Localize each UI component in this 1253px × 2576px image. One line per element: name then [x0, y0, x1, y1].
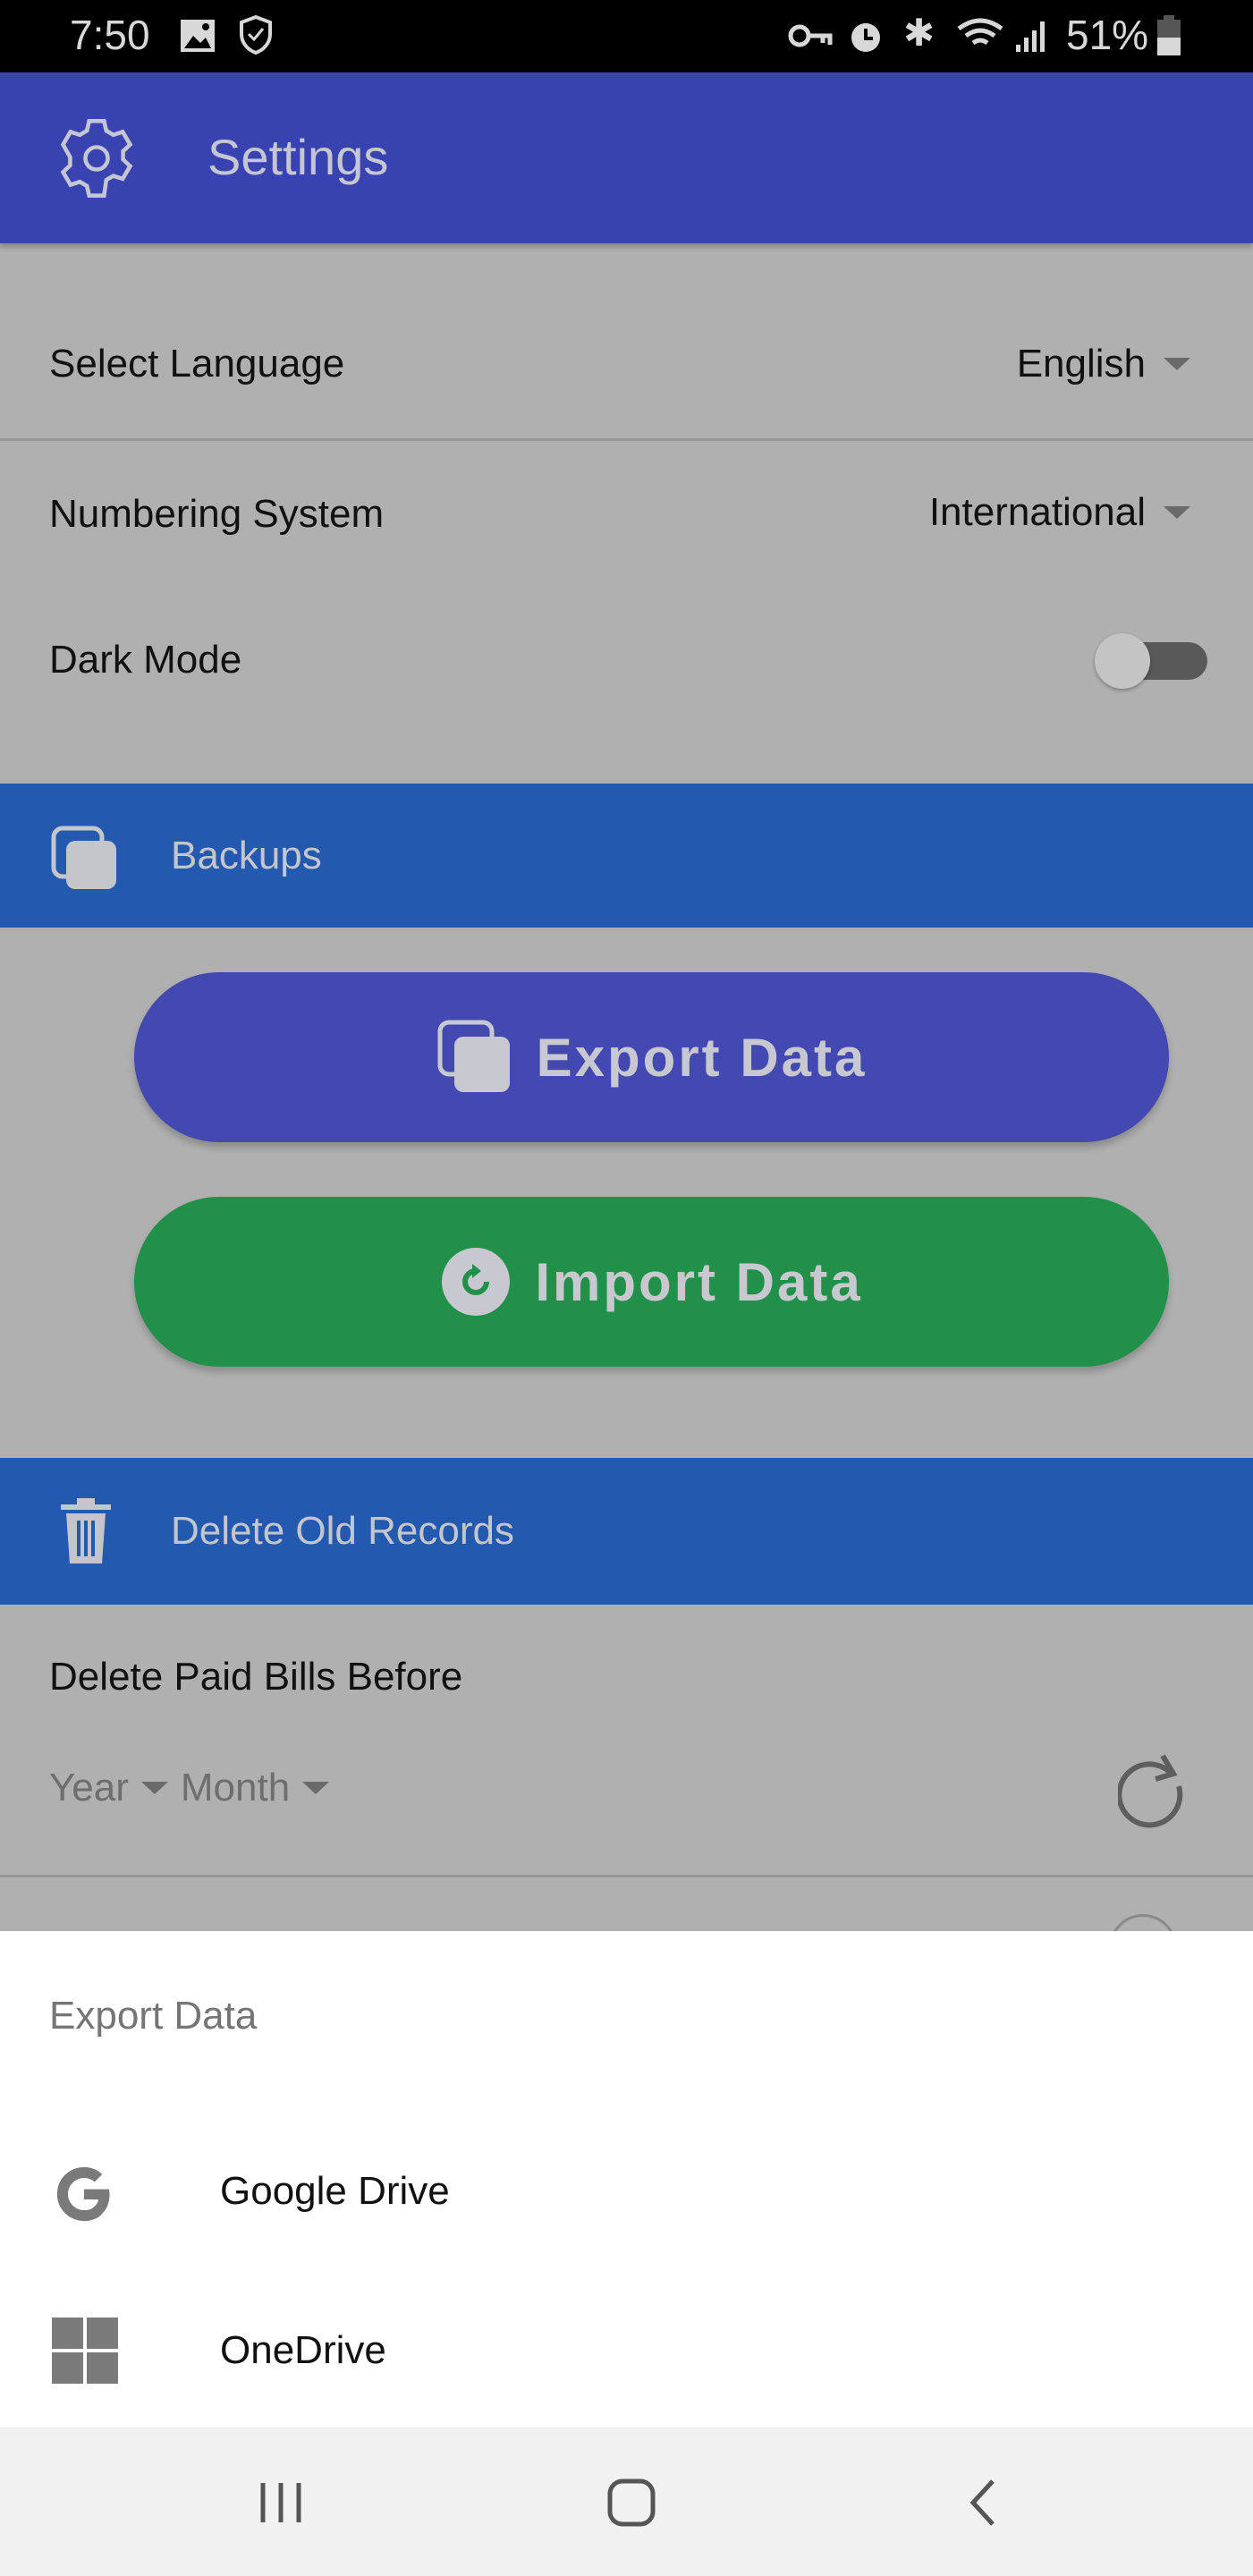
numbering-dropdown[interactable]: International [929, 490, 1190, 535]
google-drive-option[interactable]: Google Drive [0, 2128, 1253, 2253]
divider [0, 1875, 1253, 1877]
export-data-label: Export Data [536, 1027, 868, 1088]
delete-old-records-header: Delete Old Records [0, 1458, 1253, 1605]
delete-paid-bills-label: Delete Paid Bills Before [49, 1655, 463, 1699]
gear-icon [60, 119, 133, 198]
alarm-icon [851, 23, 880, 52]
status-time: 7:50 [70, 12, 150, 58]
copy-icon [51, 826, 116, 889]
google-drive-label: Google Drive [220, 2169, 450, 2213]
onedrive-option[interactable]: OneDrive [0, 2289, 1253, 2414]
refresh-icon[interactable] [1118, 1749, 1195, 1835]
shield-icon [240, 14, 272, 55]
wifi-icon [957, 18, 1003, 46]
bluetooth-icon: ✱ [903, 12, 936, 54]
year-dropdown[interactable]: Year [49, 1766, 168, 1810]
numbering-label: Numbering System [49, 492, 385, 536]
onedrive-label: OneDrive [220, 2328, 386, 2372]
signal-icon [1016, 21, 1045, 52]
divider [0, 438, 1253, 441]
dark-mode-toggle[interactable] [1095, 633, 1207, 689]
battery-percent: 51% [1066, 12, 1149, 58]
status-bar: 7:50 ✱ 51% [0, 0, 1253, 72]
restore-icon [442, 1248, 511, 1316]
month-placeholder: Month [180, 1766, 291, 1809]
home-button[interactable] [606, 2478, 656, 2528]
recents-button[interactable] [258, 2481, 304, 2524]
language-value: English [1016, 342, 1146, 386]
delete-old-records-title: Delete Old Records [171, 1509, 514, 1553]
google-icon [56, 2166, 110, 2222]
vpn-key-icon [788, 24, 833, 47]
chevron-down-icon [1164, 506, 1190, 519]
backups-header-title: Backups [171, 833, 322, 877]
sheet-title: Export Data [49, 1994, 258, 2038]
system-nav-bar [0, 2428, 1253, 2576]
import-data-button[interactable]: Import Data [134, 1197, 1169, 1367]
import-data-label: Import Data [535, 1251, 863, 1312]
month-dropdown[interactable]: Month [180, 1766, 330, 1810]
trash-icon [61, 1498, 111, 1563]
chevron-down-icon [1164, 358, 1190, 370]
image-icon [181, 20, 215, 52]
language-dropdown[interactable]: English [1017, 342, 1190, 386]
backups-header: Backups [0, 784, 1253, 928]
export-bottom-sheet: Export Data Google Drive OneDrive [0, 1931, 1253, 2428]
windows-icon [52, 2318, 118, 2384]
battery-icon [1157, 15, 1181, 55]
numbering-value: International [928, 490, 1146, 534]
toggle-thumb [1095, 633, 1150, 689]
dark-mode-label: Dark Mode [49, 638, 242, 682]
chevron-down-icon [302, 1782, 330, 1794]
app-bar: Settings [0, 72, 1253, 243]
year-placeholder: Year [49, 1766, 129, 1809]
language-label: Select Language [49, 342, 345, 386]
page-title: Settings [207, 129, 389, 185]
back-button[interactable] [966, 2478, 998, 2528]
export-data-button[interactable]: Export Data [134, 972, 1169, 1142]
chevron-down-icon [140, 1782, 168, 1794]
copy-icon [437, 1020, 510, 1092]
